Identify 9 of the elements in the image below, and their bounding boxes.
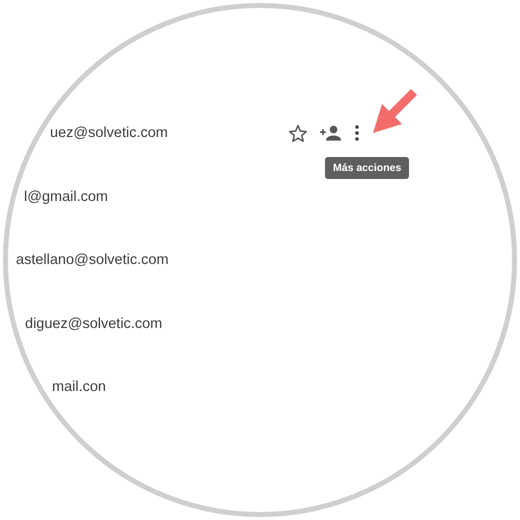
- add-person-icon[interactable]: [320, 125, 342, 141]
- star-icon[interactable]: [288, 124, 308, 142]
- tooltip: Más acciones: [325, 157, 410, 179]
- contact-email: l@gmail.com: [24, 188, 108, 206]
- contact-email: uez@solvetic.com: [50, 124, 168, 143]
- more-options-icon[interactable]: [354, 125, 360, 141]
- contact-email: diguez@solvetic.com: [25, 314, 162, 334]
- contact-email: astellano@solvetic.com: [16, 251, 169, 270]
- contact-email: mail.con: [52, 378, 106, 397]
